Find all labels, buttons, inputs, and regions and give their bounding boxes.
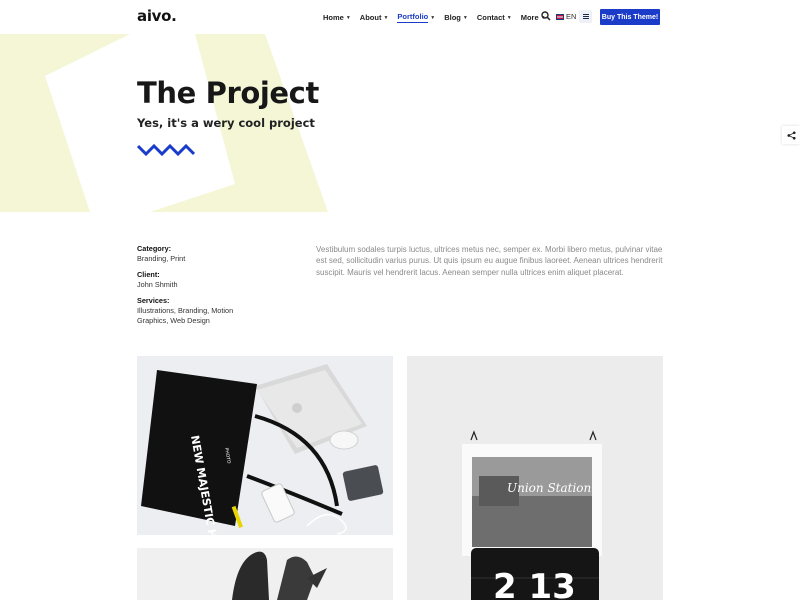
meta-category: Category: Branding, Print (137, 244, 287, 264)
main-nav: Home ▼ About ▼ Portfolio ▼ Blog ▼ Contact ▼ M… (323, 12, 555, 23)
nav-label: Blog (444, 13, 461, 22)
meta-client: Client: John Shmith (137, 270, 287, 290)
share-button[interactable] (782, 126, 800, 144)
chevron-down-icon: ▼ (430, 14, 436, 21)
search-icon[interactable] (541, 11, 551, 21)
hamburger-icon[interactable] (579, 10, 592, 23)
project-description: Vestibulum sodales turpis luctus, ultric… (316, 245, 663, 277)
page-subtitle: Yes, it's a wery cool project (137, 116, 315, 130)
chevron-down-icon: ▼ (345, 14, 351, 21)
language-switcher[interactable]: EN (556, 12, 576, 21)
nav-label: About (359, 13, 382, 22)
nav-item-contact[interactable]: Contact ▼ (477, 12, 512, 23)
flatlay-photo: NEW MAJESTIC HOTEL PHOTO (137, 356, 393, 535)
gallery-image-poster[interactable]: Union Station 2 13 (407, 356, 663, 600)
gallery-image-flatlay[interactable]: NEW MAJESTIC HOTEL PHOTO (137, 356, 393, 535)
meta-value: Illustrations, Branding, Motion Graphics… (137, 306, 234, 325)
nav-label: Home (323, 13, 344, 22)
meta-label: Category: (137, 244, 172, 253)
chevron-down-icon: ▼ (383, 14, 389, 21)
meta-services: Services: Illustrations, Branding, Motio… (137, 296, 287, 326)
nav-item-about[interactable]: About ▼ (360, 12, 389, 23)
poster-text: Union Station (507, 481, 591, 495)
meta-value: John Shmith (137, 280, 178, 289)
nav-label: Portfolio (397, 12, 429, 23)
language-label: EN (566, 12, 577, 21)
meta-label: Client: (137, 270, 160, 279)
nav-item-blog[interactable]: Blog ▼ (444, 12, 468, 23)
hands-photo (137, 548, 393, 600)
share-icon (786, 130, 796, 140)
gallery-image-hands[interactable] (137, 548, 393, 600)
nav-item-home[interactable]: Home ▼ (323, 12, 351, 23)
chevron-down-icon: ▼ (506, 14, 512, 21)
site-header: aivo. Home ▼ About ▼ Portfolio ▼ Blog ▼ Cont… (0, 0, 800, 34)
nav-label: More (520, 13, 539, 22)
nav-label: Contact (476, 13, 505, 22)
page-title: The Project (137, 76, 319, 110)
poster-photo: Union Station 2 13 (407, 356, 663, 600)
nav-item-portfolio[interactable]: Portfolio ▼ (397, 12, 435, 23)
buy-theme-button[interactable]: Buy This Theme! (600, 9, 660, 25)
site-logo[interactable]: aivo. (137, 7, 177, 25)
uk-flag-icon (556, 13, 564, 20)
zigzag-divider-icon (137, 143, 195, 157)
meta-label: Services: (137, 296, 170, 305)
clock-digits: 2 13 (493, 567, 576, 600)
project-meta: Category: Branding, Print Client: John S… (137, 244, 287, 332)
meta-value: Branding, Print (137, 254, 186, 263)
chevron-down-icon: ▼ (462, 14, 468, 21)
